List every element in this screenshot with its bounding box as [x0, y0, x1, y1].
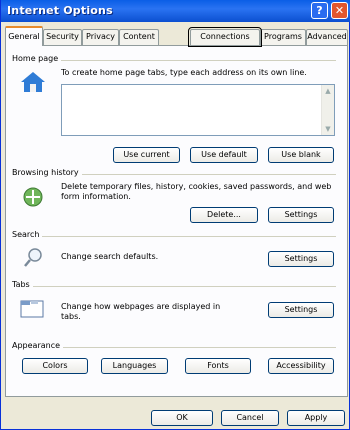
magnifier-icon: [24, 248, 42, 267]
cancel-button[interactable]: Cancel: [221, 410, 279, 426]
browsing-history-group-label: Browsing history: [12, 168, 82, 177]
home-page-description: To create home page tabs, type each addr…: [61, 68, 307, 77]
scroll-down-icon[interactable]: ▼: [323, 124, 333, 134]
scroll-up-icon[interactable]: ▲: [323, 86, 333, 96]
history-settings-button[interactable]: Settings: [268, 207, 334, 223]
home-page-address-textarea[interactable]: ▲ ▼: [61, 84, 335, 136]
use-blank-button[interactable]: Use blank: [268, 147, 334, 163]
help-button[interactable]: ?: [311, 2, 328, 19]
apply-button[interactable]: Apply: [287, 410, 345, 426]
browsing-history-icon: [23, 187, 43, 207]
tabs-description: Change how webpages are displayed in tab…: [61, 302, 221, 321]
search-divider: [12, 236, 336, 237]
tabs-icon: [20, 300, 44, 318]
colors-button[interactable]: Colors: [22, 358, 88, 374]
tabs-group-label: Tabs: [12, 280, 33, 289]
delete-history-button[interactable]: Delete...: [190, 207, 258, 223]
languages-button[interactable]: Languages: [101, 358, 168, 374]
search-settings-button[interactable]: Settings: [268, 251, 334, 267]
tab-programs[interactable]: Programs: [260, 29, 306, 45]
tabs-settings-button[interactable]: Settings: [268, 302, 334, 318]
tab-security[interactable]: Security: [43, 29, 82, 45]
general-tab-panel: Home page To create home page tabs, type…: [5, 45, 348, 397]
home-page-icon: [21, 72, 45, 92]
search-group-label: Search: [12, 230, 43, 239]
use-default-button[interactable]: Use default: [190, 147, 258, 163]
tab-privacy[interactable]: Privacy: [82, 29, 119, 45]
textarea-scrollbar[interactable]: ▲ ▼: [321, 85, 334, 135]
title-bar[interactable]: Internet Options ? ✕: [1, 0, 350, 22]
appearance-group-label: Appearance: [12, 341, 64, 350]
home-page-group-label: Home page: [12, 54, 62, 63]
tabs-divider: [12, 286, 336, 287]
tab-connections[interactable]: Connections: [188, 27, 262, 47]
browsing-history-description: Delete temporary files, history, cookies…: [61, 182, 332, 201]
tab-strip: General Security Privacy Content Connect…: [5, 26, 349, 47]
tab-advanced[interactable]: Advanced: [306, 29, 348, 45]
use-current-button[interactable]: Use current: [113, 147, 180, 163]
window-title: Internet Options: [7, 4, 113, 17]
internet-options-dialog: Internet Options ? ✕ General Security Pr…: [0, 0, 350, 430]
ok-button[interactable]: OK: [151, 410, 213, 426]
tab-content[interactable]: Content: [119, 29, 159, 45]
search-description: Change search defaults.: [61, 252, 159, 261]
tab-general[interactable]: General: [5, 26, 43, 46]
fonts-button[interactable]: Fonts: [185, 358, 251, 374]
accessibility-button[interactable]: Accessibility: [268, 358, 334, 374]
close-button[interactable]: ✕: [331, 2, 348, 19]
